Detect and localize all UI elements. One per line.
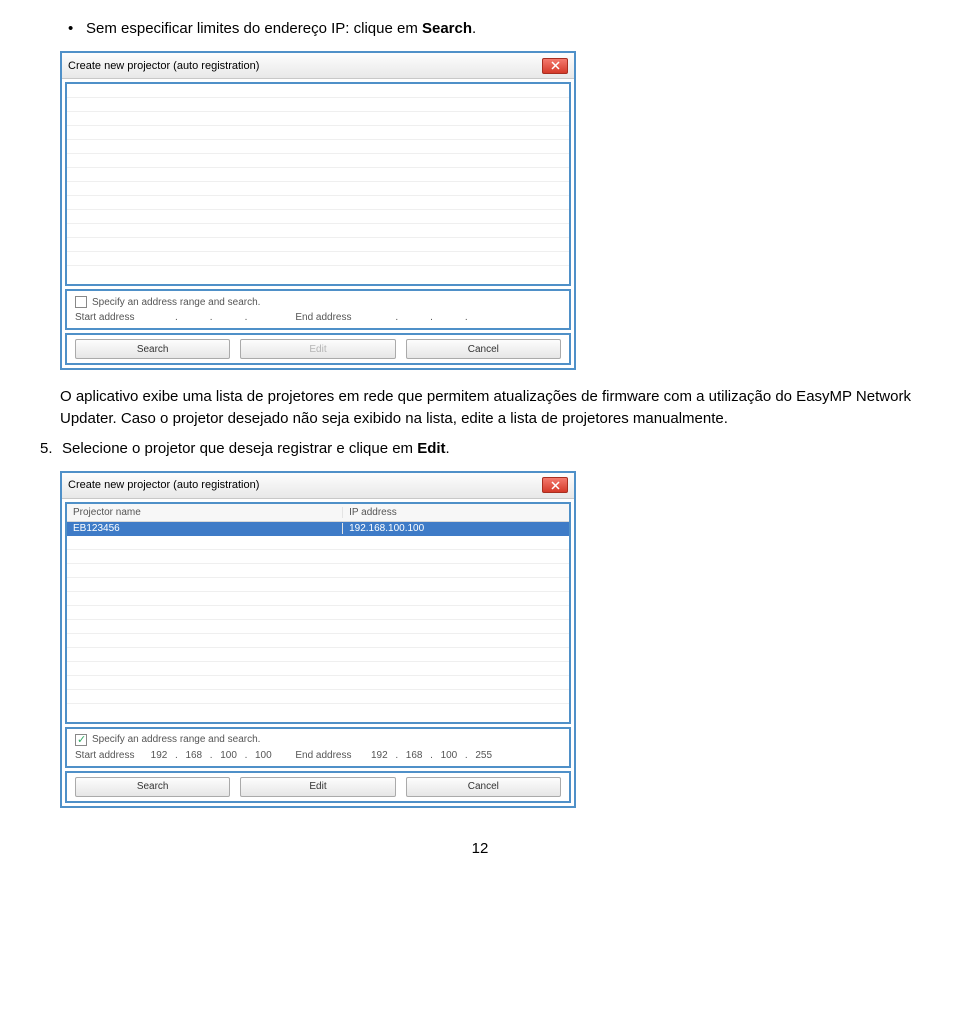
cell-projector-name: EB123456 [67, 523, 343, 534]
col-projector-name: Projector name [67, 507, 343, 518]
start-address-field[interactable]: ... [145, 312, 277, 323]
search-button[interactable]: Search [75, 339, 230, 359]
step-number: 5. [40, 440, 62, 457]
address-range-panel: Specify an address range and search. Sta… [65, 727, 571, 768]
bullet-item: Sem especificar limites do endereço IP: … [68, 20, 920, 37]
cancel-button[interactable]: Cancel [406, 339, 561, 359]
table-row[interactable]: EB123456 192.168.100.100 [67, 522, 569, 536]
range-checkbox-label: Specify an address range and search. [92, 297, 260, 308]
range-checkbox[interactable] [75, 734, 87, 746]
bullet-text-bold: Search [422, 20, 472, 37]
edit-button[interactable]: Edit [240, 339, 395, 359]
address-range-panel: Specify an address range and search. Sta… [65, 289, 571, 330]
search-button[interactable]: Search [75, 777, 230, 797]
end-label: End address [295, 750, 365, 761]
dialog-create-projector-2: Create new projector (auto registration)… [60, 471, 576, 808]
cell-ip-address: 192.168.100.100 [343, 523, 569, 534]
page-number: 12 [40, 840, 920, 857]
projector-list [65, 82, 571, 286]
range-checkbox[interactable] [75, 296, 87, 308]
projector-list-body: EB123456 192.168.100.100 [67, 522, 569, 722]
close-button[interactable] [542, 58, 568, 74]
address-inputs-line: Start address 192. 168. 100. 100 End add… [75, 750, 561, 761]
button-panel: Search Edit Cancel [65, 771, 571, 803]
dialog-titlebar: Create new projector (auto registration) [62, 473, 574, 499]
dialog-title: Create new projector (auto registration) [68, 479, 259, 491]
start-label: Start address [75, 750, 145, 761]
dialog-create-projector-1: Create new projector (auto registration)… [60, 51, 576, 370]
edit-button[interactable]: Edit [240, 777, 395, 797]
list-header: Projector name IP address [67, 504, 569, 522]
close-icon [551, 481, 560, 490]
end-label: End address [295, 312, 365, 323]
bullet-text-post: . [472, 20, 476, 37]
projector-list: Projector name IP address EB123456 192.1… [65, 502, 571, 724]
step-text: Selecione o projetor que deseja registra… [62, 440, 920, 457]
projector-list-body [67, 84, 569, 284]
range-checkbox-line[interactable]: Specify an address range and search. [75, 734, 561, 746]
cancel-button[interactable]: Cancel [406, 777, 561, 797]
address-inputs-line: Start address ... End address ... [75, 312, 561, 323]
description-paragraph: O aplicativo exibe uma lista de projetor… [60, 386, 920, 430]
end-address-field[interactable]: 192. 168. 100. 255 [365, 750, 497, 761]
end-address-field[interactable]: ... [365, 312, 497, 323]
close-icon [551, 61, 560, 70]
range-checkbox-line[interactable]: Specify an address range and search. [75, 296, 561, 308]
range-checkbox-label: Specify an address range and search. [92, 734, 260, 745]
button-panel: Search Edit Cancel [65, 333, 571, 365]
step-5: 5. Selecione o projetor que deseja regis… [40, 440, 920, 457]
col-ip-address: IP address [343, 507, 569, 518]
close-button[interactable] [542, 477, 568, 493]
start-address-field[interactable]: 192. 168. 100. 100 [145, 750, 277, 761]
start-label: Start address [75, 312, 145, 323]
dialog-titlebar: Create new projector (auto registration) [62, 53, 574, 79]
dialog-title: Create new projector (auto registration) [68, 60, 259, 72]
bullet-text-pre: Sem especificar limites do endereço IP: … [86, 20, 422, 37]
